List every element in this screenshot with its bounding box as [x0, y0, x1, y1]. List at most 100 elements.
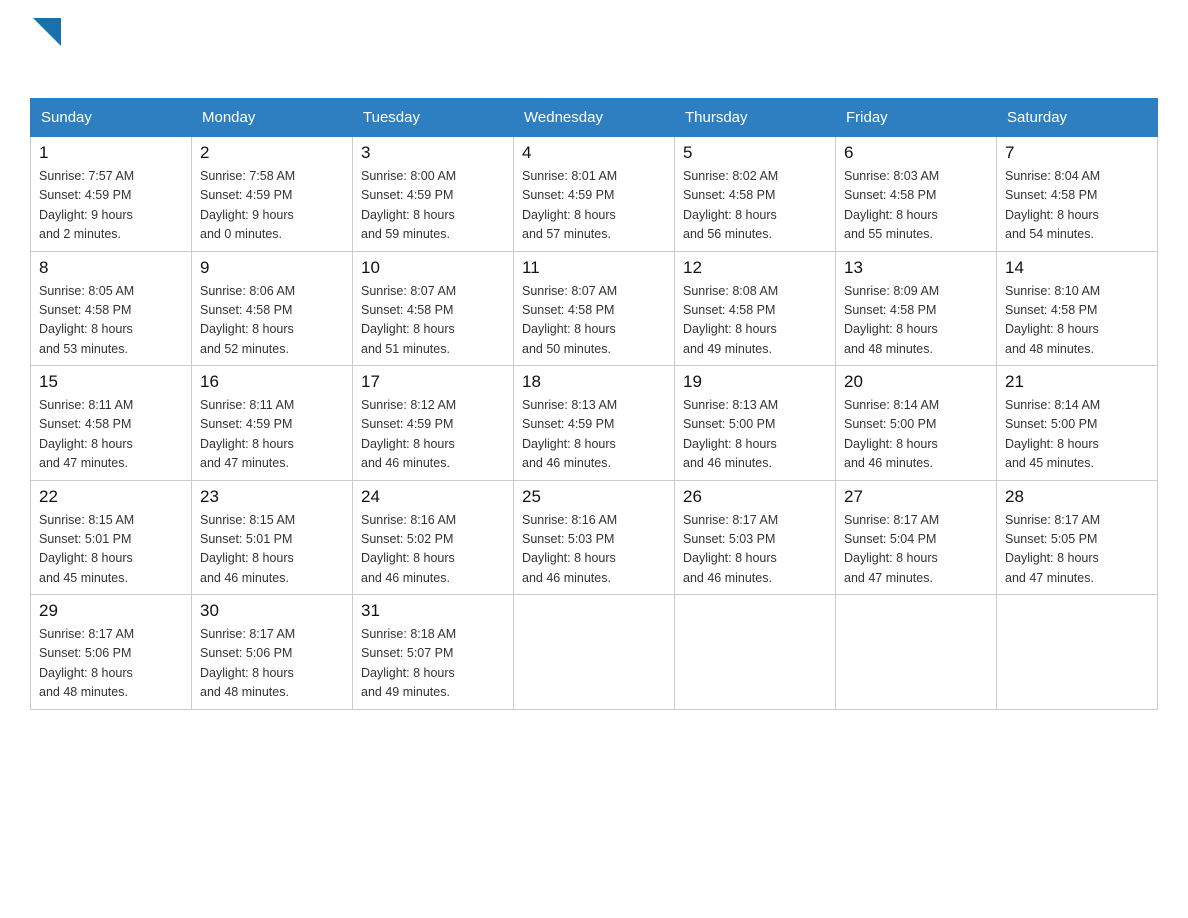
calendar-table: SundayMondayTuesdayWednesdayThursdayFrid…	[30, 98, 1158, 710]
day-info: Sunrise: 8:15 AMSunset: 5:01 PMDaylight:…	[39, 511, 183, 589]
day-header-saturday: Saturday	[997, 99, 1158, 137]
day-info: Sunrise: 8:16 AMSunset: 5:02 PMDaylight:…	[361, 511, 505, 589]
day-info: Sunrise: 8:17 AMSunset: 5:03 PMDaylight:…	[683, 511, 827, 589]
day-info: Sunrise: 8:05 AMSunset: 4:58 PMDaylight:…	[39, 282, 183, 360]
day-info: Sunrise: 8:16 AMSunset: 5:03 PMDaylight:…	[522, 511, 666, 589]
page-header	[30, 20, 1158, 78]
day-info: Sunrise: 8:07 AMSunset: 4:58 PMDaylight:…	[522, 282, 666, 360]
empty-cell	[675, 595, 836, 710]
day-info: Sunrise: 8:11 AMSunset: 4:58 PMDaylight:…	[39, 396, 183, 474]
day-info: Sunrise: 8:17 AMSunset: 5:06 PMDaylight:…	[200, 625, 344, 703]
day-number: 11	[522, 258, 666, 278]
logo	[30, 20, 61, 78]
day-number: 14	[1005, 258, 1149, 278]
day-cell-4: 4Sunrise: 8:01 AMSunset: 4:59 PMDaylight…	[514, 137, 675, 252]
day-info: Sunrise: 8:08 AMSunset: 4:58 PMDaylight:…	[683, 282, 827, 360]
day-number: 30	[200, 601, 344, 621]
day-info: Sunrise: 8:07 AMSunset: 4:58 PMDaylight:…	[361, 282, 505, 360]
day-number: 20	[844, 372, 988, 392]
day-cell-6: 6 Sunrise: 8:03 AMSunset: 4:58 PMDaylight…	[836, 137, 997, 252]
day-number: 28	[1005, 487, 1149, 507]
day-number: 10	[361, 258, 505, 278]
day-cell-18: 18Sunrise: 8:13 AMSunset: 4:59 PMDayligh…	[514, 366, 675, 481]
day-cell-9: 9 Sunrise: 8:06 AMSunset: 4:58 PMDaylight…	[192, 251, 353, 366]
day-cell-29: 29Sunrise: 8:17 AMSunset: 5:06 PMDayligh…	[31, 595, 192, 710]
day-number: 6	[844, 143, 988, 163]
day-cell-12: 12 Sunrise: 8:08 AMSunset: 4:58 PMDayligh…	[675, 251, 836, 366]
day-info: Sunrise: 8:09 AMSunset: 4:58 PMDaylight:…	[844, 282, 988, 360]
day-cell-14: 14 Sunrise: 8:10 AMSunset: 4:58 PMDayligh…	[997, 251, 1158, 366]
day-number: 8	[39, 258, 183, 278]
day-header-thursday: Thursday	[675, 99, 836, 137]
day-cell-31: 31 Sunrise: 8:18 AMSunset: 5:07 PMDayligh…	[353, 595, 514, 710]
day-header-wednesday: Wednesday	[514, 99, 675, 137]
day-cell-8: 8 Sunrise: 8:05 AMSunset: 4:58 PMDaylight…	[31, 251, 192, 366]
day-number: 29	[39, 601, 183, 621]
day-header-monday: Monday	[192, 99, 353, 137]
day-header-friday: Friday	[836, 99, 997, 137]
day-cell-11: 11 Sunrise: 8:07 AMSunset: 4:58 PMDayligh…	[514, 251, 675, 366]
day-number: 24	[361, 487, 505, 507]
day-cell-28: 28 Sunrise: 8:17 AMSunset: 5:05 PMDayligh…	[997, 480, 1158, 595]
week-row-3: 15Sunrise: 8:11 AMSunset: 4:58 PMDayligh…	[31, 366, 1158, 481]
day-info: Sunrise: 8:17 AMSunset: 5:05 PMDaylight:…	[1005, 511, 1149, 589]
day-cell-2: 2 Sunrise: 7:58 AMSunset: 4:59 PMDaylight…	[192, 137, 353, 252]
empty-cell	[514, 595, 675, 710]
day-info: Sunrise: 8:14 AMSunset: 5:00 PMDaylight:…	[1005, 396, 1149, 474]
day-info: Sunrise: 8:00 AMSunset: 4:59 PMDaylight:…	[361, 167, 505, 245]
empty-cell	[836, 595, 997, 710]
day-cell-7: 7 Sunrise: 8:04 AMSunset: 4:58 PMDaylight…	[997, 137, 1158, 252]
day-number: 17	[361, 372, 505, 392]
logo-icon	[33, 18, 61, 46]
day-number: 13	[844, 258, 988, 278]
day-info: Sunrise: 8:18 AMSunset: 5:07 PMDaylight:…	[361, 625, 505, 703]
day-info: Sunrise: 7:57 AMSunset: 4:59 PMDaylight:…	[39, 167, 183, 245]
day-info: Sunrise: 8:10 AMSunset: 4:58 PMDaylight:…	[1005, 282, 1149, 360]
day-number: 1	[39, 143, 183, 163]
day-cell-27: 27 Sunrise: 8:17 AMSunset: 5:04 PMDayligh…	[836, 480, 997, 595]
day-cell-26: 26Sunrise: 8:17 AMSunset: 5:03 PMDayligh…	[675, 480, 836, 595]
day-header-tuesday: Tuesday	[353, 99, 514, 137]
day-info: Sunrise: 8:02 AMSunset: 4:58 PMDaylight:…	[683, 167, 827, 245]
day-cell-22: 22Sunrise: 8:15 AMSunset: 5:01 PMDayligh…	[31, 480, 192, 595]
day-cell-23: 23 Sunrise: 8:15 AMSunset: 5:01 PMDayligh…	[192, 480, 353, 595]
day-cell-16: 16Sunrise: 8:11 AMSunset: 4:59 PMDayligh…	[192, 366, 353, 481]
day-number: 2	[200, 143, 344, 163]
day-cell-25: 25Sunrise: 8:16 AMSunset: 5:03 PMDayligh…	[514, 480, 675, 595]
day-info: Sunrise: 7:58 AMSunset: 4:59 PMDaylight:…	[200, 167, 344, 245]
day-info: Sunrise: 8:01 AMSunset: 4:59 PMDaylight:…	[522, 167, 666, 245]
day-cell-17: 17Sunrise: 8:12 AMSunset: 4:59 PMDayligh…	[353, 366, 514, 481]
day-number: 23	[200, 487, 344, 507]
day-number: 7	[1005, 143, 1149, 163]
empty-cell	[997, 595, 1158, 710]
day-info: Sunrise: 8:14 AMSunset: 5:00 PMDaylight:…	[844, 396, 988, 474]
day-cell-10: 10 Sunrise: 8:07 AMSunset: 4:58 PMDayligh…	[353, 251, 514, 366]
day-header-sunday: Sunday	[31, 99, 192, 137]
day-number: 12	[683, 258, 827, 278]
day-cell-5: 5 Sunrise: 8:02 AMSunset: 4:58 PMDaylight…	[675, 137, 836, 252]
day-cell-21: 21 Sunrise: 8:14 AMSunset: 5:00 PMDayligh…	[997, 366, 1158, 481]
day-info: Sunrise: 8:13 AMSunset: 4:59 PMDaylight:…	[522, 396, 666, 474]
day-cell-30: 30 Sunrise: 8:17 AMSunset: 5:06 PMDayligh…	[192, 595, 353, 710]
day-number: 27	[844, 487, 988, 507]
week-row-2: 8 Sunrise: 8:05 AMSunset: 4:58 PMDaylight…	[31, 251, 1158, 366]
day-number: 9	[200, 258, 344, 278]
day-cell-19: 19Sunrise: 8:13 AMSunset: 5:00 PMDayligh…	[675, 366, 836, 481]
day-info: Sunrise: 8:17 AMSunset: 5:04 PMDaylight:…	[844, 511, 988, 589]
day-cell-3: 3Sunrise: 8:00 AMSunset: 4:59 PMDaylight…	[353, 137, 514, 252]
day-cell-15: 15Sunrise: 8:11 AMSunset: 4:58 PMDayligh…	[31, 366, 192, 481]
day-number: 16	[200, 372, 344, 392]
day-info: Sunrise: 8:04 AMSunset: 4:58 PMDaylight:…	[1005, 167, 1149, 245]
day-info: Sunrise: 8:15 AMSunset: 5:01 PMDaylight:…	[200, 511, 344, 589]
day-cell-1: 1 Sunrise: 7:57 AMSunset: 4:59 PMDaylight…	[31, 137, 192, 252]
day-info: Sunrise: 8:06 AMSunset: 4:58 PMDaylight:…	[200, 282, 344, 360]
day-cell-24: 24 Sunrise: 8:16 AMSunset: 5:02 PMDayligh…	[353, 480, 514, 595]
day-number: 21	[1005, 372, 1149, 392]
day-number: 31	[361, 601, 505, 621]
day-number: 5	[683, 143, 827, 163]
day-info: Sunrise: 8:03 AMSunset: 4:58 PMDaylight:…	[844, 167, 988, 245]
week-row-5: 29 Sunrise: 8:17 AMSunset: 5:06 PMDayligh…	[31, 595, 1158, 710]
day-cell-13: 13 Sunrise: 8:09 AMSunset: 4:58 PMDayligh…	[836, 251, 997, 366]
week-row-4: 22Sunrise: 8:15 AMSunset: 5:01 PMDayligh…	[31, 480, 1158, 595]
day-info: Sunrise: 8:13 AMSunset: 5:00 PMDaylight:…	[683, 396, 827, 474]
